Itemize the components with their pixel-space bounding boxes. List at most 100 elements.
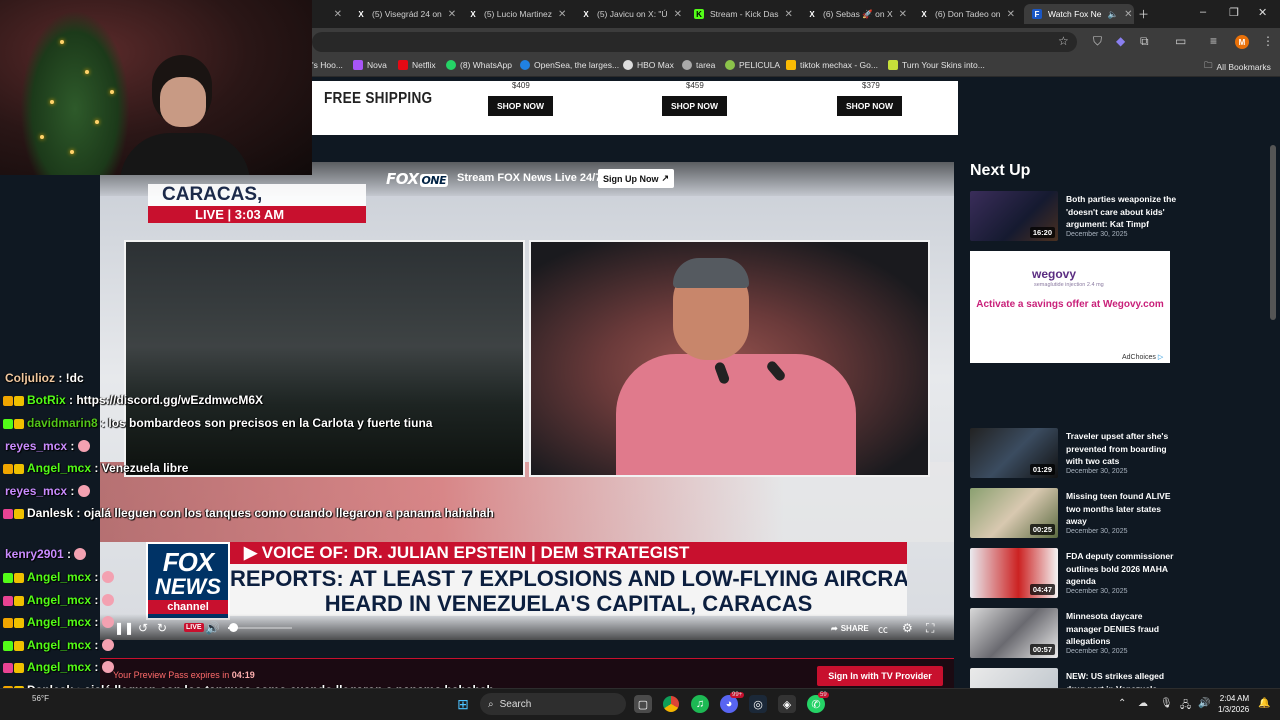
volume-icon[interactable]: 🔊 — [205, 621, 220, 635]
chat-username[interactable]: reyes_mcx — [5, 484, 67, 498]
share-button[interactable]: ➦ SHARE — [831, 624, 869, 633]
taskbar-search[interactable]: ⌕ Search — [480, 693, 626, 715]
wegovy-cta[interactable]: Activate a savings offer at Wegovy.com — [975, 299, 1165, 311]
settings-gear-icon[interactable]: ⚙ — [902, 621, 913, 635]
shop-now-button[interactable]: SHOP NOW — [837, 96, 902, 116]
chat-username[interactable]: Coljulioz — [5, 371, 55, 385]
bookmark-pelicula[interactable]: PELICULA — [725, 60, 780, 70]
fullscreen-icon[interactable]: ⛶ — [926, 621, 934, 636]
chat-username[interactable]: Angel_mcx — [27, 593, 91, 607]
extension-wallet-icon[interactable]: ◆ — [1116, 34, 1125, 48]
tab-visegrad[interactable]: X (5) Visegrád 24 on ✕ — [348, 4, 460, 24]
tab-kick[interactable]: K Stream - Kick Das ✕ — [686, 4, 798, 24]
bookmark-tarea[interactable]: tarea — [682, 60, 715, 70]
chat-username[interactable]: kenry2901 — [5, 547, 64, 561]
tab-lucio[interactable]: X (5) Lucio Martinez ✕ — [460, 4, 572, 24]
bookmark-hoo[interactable]: 's Hoo... — [312, 60, 343, 70]
mic-icon[interactable]: 🎙 — [1160, 698, 1173, 709]
maximize-icon[interactable]: ❐ — [1229, 6, 1239, 19]
chat-username[interactable]: Angel_mcx — [27, 638, 91, 652]
chat-username[interactable]: reyes_mcx — [5, 439, 67, 453]
tab-visegrad-partial[interactable]: ✕ — [312, 4, 350, 24]
chat-username[interactable]: davidmarin8 — [27, 416, 98, 430]
bookmark-skins[interactable]: Turn Your Skins into... — [888, 60, 985, 70]
close-icon[interactable]: ✕ — [1007, 9, 1015, 20]
chrome-icon[interactable] — [662, 695, 680, 713]
tab-sebas[interactable]: X (6) Sebas 🚀 on X ✕ — [799, 4, 911, 24]
video-title[interactable]: Traveler upset after she's prevented fro… — [1066, 430, 1178, 468]
video-thumbnail[interactable]: 04:47 — [970, 548, 1058, 598]
profile-avatar[interactable]: M — [1235, 35, 1249, 49]
rewind-icon[interactable]: ↺ — [138, 621, 148, 635]
video-thumbnail[interactable] — [970, 668, 1058, 688]
tab-fox-active[interactable]: F Watch Fox Ne 🔈 ✕ — [1024, 4, 1134, 24]
puzzle-icon[interactable]: ⧉ — [1140, 34, 1149, 49]
adchoices-link[interactable]: AdChoices ▷ — [1122, 353, 1163, 361]
onedrive-icon[interactable]: ☁ — [1138, 698, 1148, 709]
pause-icon[interactable]: ❚❚ — [114, 621, 134, 635]
network-icon[interactable]: 🖧 — [1180, 698, 1191, 715]
tray-overflow-icon[interactable]: ⌃ — [1118, 698, 1126, 709]
tab-javicu[interactable]: X (5) Javicu on X: "Ú ✕ — [573, 4, 685, 24]
bookmark-whatsapp[interactable]: (8) WhatsApp — [446, 60, 512, 70]
close-icon[interactable]: ✕ — [1124, 9, 1132, 20]
new-tab-icon[interactable]: ＋ — [1138, 6, 1149, 22]
shield-icon[interactable]: ⛉ — [1093, 34, 1102, 49]
page-scrollbar[interactable] — [1270, 145, 1276, 320]
cast-icon[interactable]: ▭ — [1175, 34, 1186, 48]
system-clock[interactable]: 2:04 AM 1/3/2026 — [1218, 693, 1249, 715]
video-thumbnail[interactable]: 00:57 — [970, 608, 1058, 658]
address-bar[interactable] — [312, 32, 1077, 52]
forward-icon[interactable]: ↻ — [157, 621, 167, 635]
minimize-icon[interactable]: – — [1200, 6, 1206, 18]
notification-bell-icon[interactable]: 🔔 — [1258, 698, 1270, 709]
window-close-icon[interactable]: ✕ — [1258, 6, 1267, 19]
chat-username[interactable]: Angel_mcx — [27, 615, 91, 629]
bookmark-netflix[interactable]: Netflix — [398, 60, 436, 70]
close-icon[interactable]: ✕ — [448, 9, 456, 20]
video-title[interactable]: NEW: US strikes alleged drug port in Ven… — [1066, 670, 1178, 688]
captions-icon[interactable]: ㏄ — [878, 621, 888, 636]
next-up-video[interactable]: 01:29 Traveler upset after she's prevent… — [970, 428, 1180, 480]
close-icon[interactable]: ✕ — [785, 9, 793, 20]
chat-username[interactable]: Angel_mcx — [27, 461, 91, 475]
next-up-video[interactable]: 04:47 FDA deputy commissioner outlines b… — [970, 548, 1180, 600]
close-icon[interactable]: ✕ — [899, 9, 907, 20]
media-icon[interactable]: ≡ — [1210, 34, 1217, 48]
task-view-icon[interactable]: ▢ — [634, 695, 652, 713]
bookmark-nova[interactable]: Nova — [353, 60, 387, 70]
next-up-video[interactable]: 00:25 Missing teen found ALIVE two month… — [970, 488, 1180, 540]
next-up-video[interactable]: 16:20 Both parties weaponize the 'doesn'… — [970, 191, 1180, 243]
bookmark-opensea[interactable]: OpenSea, the larges... — [520, 60, 619, 70]
tv-provider-signin-button[interactable]: Sign In with TV Provider — [817, 666, 943, 686]
video-thumbnail[interactable]: 16:20 — [970, 191, 1058, 241]
video-thumbnail[interactable]: 00:25 — [970, 488, 1058, 538]
all-bookmarks[interactable]: 🗀 All Bookmarks — [1204, 60, 1271, 74]
close-icon[interactable]: ✕ — [558, 9, 566, 20]
chat-username[interactable]: BotRix — [27, 393, 66, 407]
chat-username[interactable]: Angel_mcx — [27, 660, 91, 674]
tab-dontadeo[interactable]: X (6) Don Tadeo on ✕ — [911, 4, 1023, 24]
video-thumbnail[interactable]: 01:29 — [970, 428, 1058, 478]
video-title[interactable]: Both parties weaponize the 'doesn't care… — [1066, 193, 1178, 231]
shop-now-button[interactable]: SHOP NOW — [662, 96, 727, 116]
chat-username[interactable]: Angel_mcx — [27, 570, 91, 584]
spotify-icon[interactable]: ♫ — [691, 695, 709, 713]
windows-start-icon[interactable]: ⊞ — [454, 695, 472, 713]
next-up-video[interactable]: 00:57 Minnesota daycare manager DENIES f… — [970, 608, 1180, 660]
weather-widget[interactable]: 56°F — [32, 694, 49, 703]
chat-username[interactable]: Danlesk — [27, 506, 73, 520]
steam-icon[interactable]: ◎ — [749, 695, 767, 713]
bookmark-hbomax[interactable]: HBO Max — [623, 60, 674, 70]
app-icon[interactable]: ◈ — [778, 695, 796, 713]
next-up-video[interactable]: NEW: US strikes alleged drug port in Ven… — [970, 668, 1180, 688]
close-icon[interactable]: ✕ — [334, 9, 342, 20]
sign-up-button[interactable]: Sign Up Now ↗ — [598, 169, 675, 188]
video-title[interactable]: Missing teen found ALIVE two months late… — [1066, 490, 1178, 528]
bookmark-tiktok[interactable]: tiktok mechax - Go... — [786, 60, 878, 70]
video-title[interactable]: FDA deputy commissioner outlines bold 20… — [1066, 550, 1178, 588]
close-icon[interactable]: ✕ — [674, 9, 682, 20]
shop-now-button[interactable]: SHOP NOW — [488, 96, 553, 116]
video-title[interactable]: Minnesota daycare manager DENIES fraud a… — [1066, 610, 1178, 648]
live-badge[interactable]: LIVE — [184, 623, 204, 632]
